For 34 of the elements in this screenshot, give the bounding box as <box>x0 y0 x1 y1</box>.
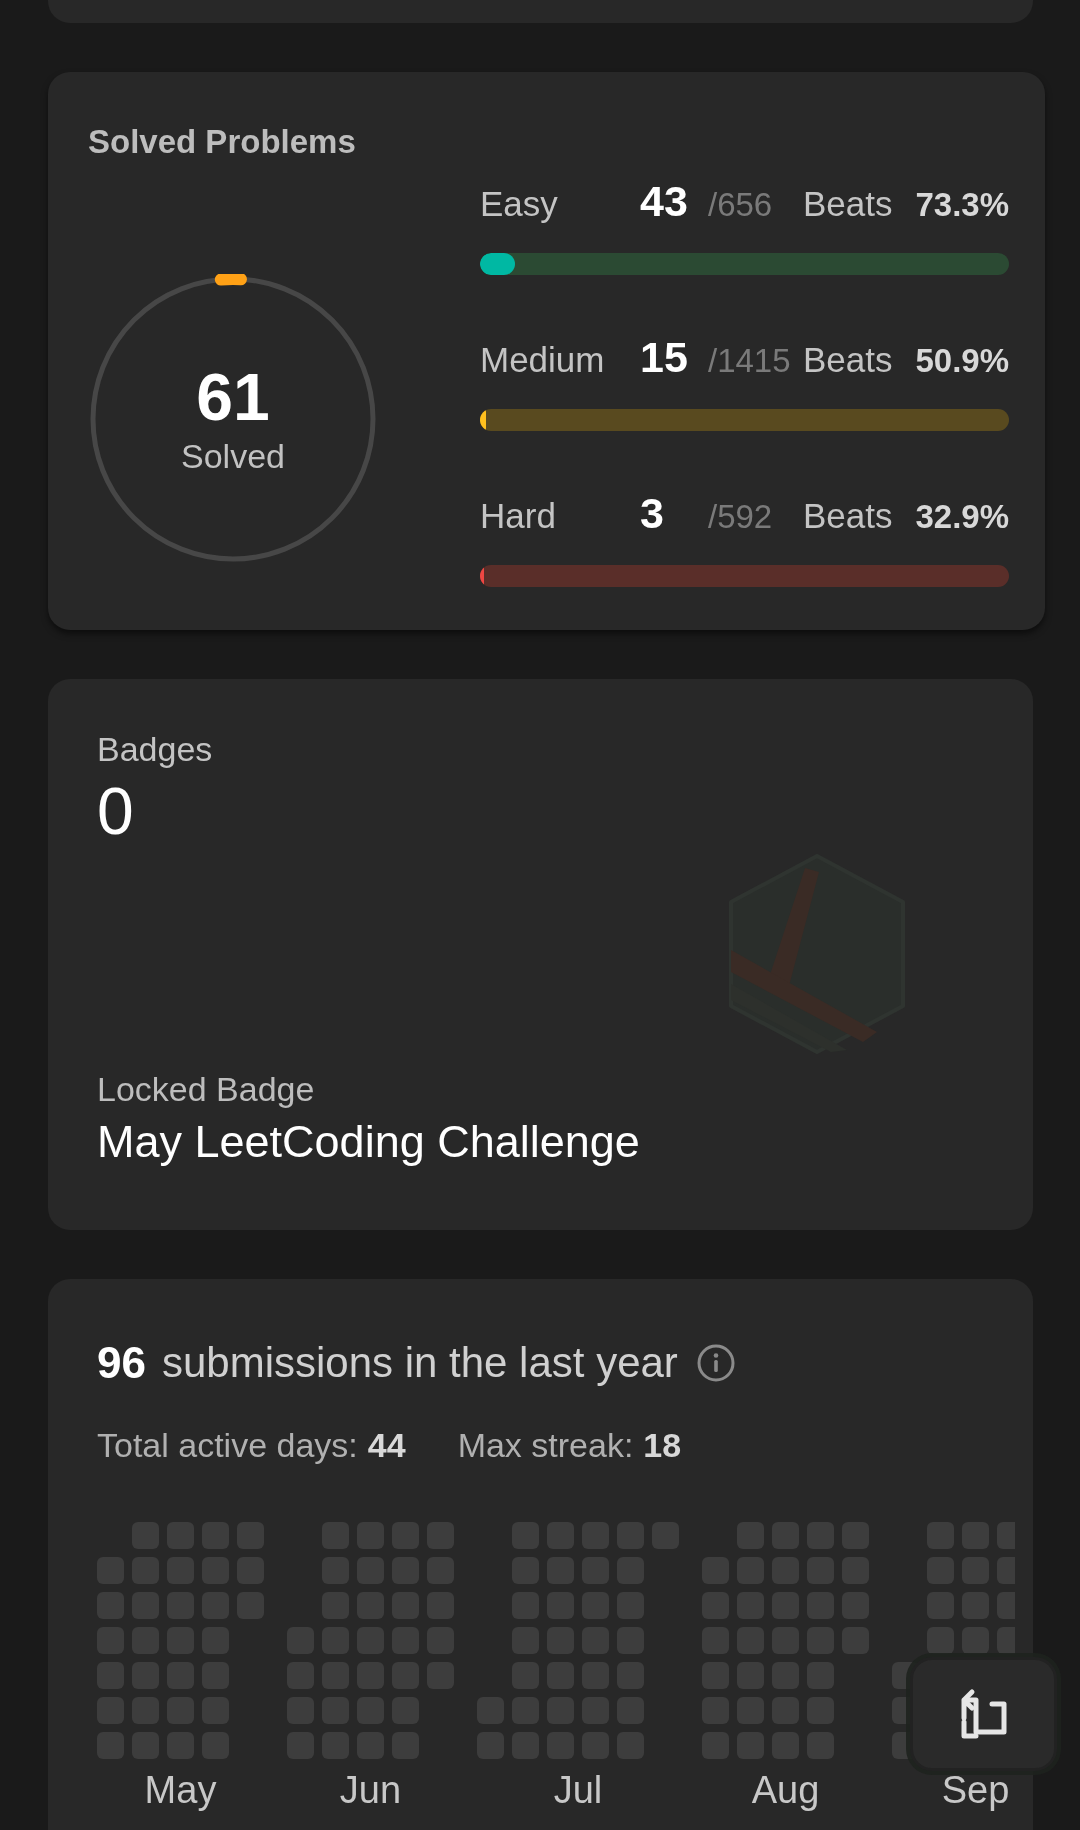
solved-number: 3 <box>640 489 665 538</box>
beats-percent: 50.9% <box>915 342 1009 380</box>
card-title: Badges <box>97 729 214 769</box>
difficulty-label: Easy <box>480 184 559 224</box>
card-title: Solved Problems <box>88 122 357 162</box>
month-label: Sep <box>941 1768 1010 1813</box>
stat-label: Total active days: <box>97 1425 358 1465</box>
badge-name: May LeetCoding Challenge <box>97 1114 641 1169</box>
stat-label: Max streak: <box>457 1425 634 1465</box>
month-label: Jun <box>339 1768 402 1813</box>
submission-count: 96 <box>97 1338 146 1388</box>
locked-badge-label: Locked Badge <box>97 1068 316 1109</box>
beats-label: Beats <box>803 496 894 536</box>
solved-number: 15 <box>640 333 689 382</box>
month-label: May <box>144 1768 217 1813</box>
difficulty-label: Medium <box>480 340 606 380</box>
solved-label: Solved <box>181 436 285 477</box>
month-label: Jul <box>553 1768 603 1813</box>
total-number: /1415 <box>708 342 792 380</box>
difficulty-label: Hard <box>480 496 557 536</box>
stat-value: 18 <box>643 1425 682 1465</box>
beats-label: Beats <box>803 184 894 224</box>
stat-value: 44 <box>367 1425 406 1465</box>
total-number: /592 <box>708 498 774 536</box>
month-label: Aug <box>751 1768 820 1813</box>
badge-count: 0 <box>97 773 135 850</box>
beats-percent: 32.9% <box>915 498 1009 536</box>
beats-percent: 73.3% <box>915 186 1009 224</box>
solved-count: 61 <box>196 360 270 434</box>
total-number: /656 <box>708 186 774 224</box>
info-icon[interactable] <box>695 1343 736 1383</box>
solved-number: 43 <box>640 177 689 226</box>
submissions-caption: submissions in the last year <box>161 1339 678 1387</box>
beats-label: Beats <box>803 340 894 380</box>
